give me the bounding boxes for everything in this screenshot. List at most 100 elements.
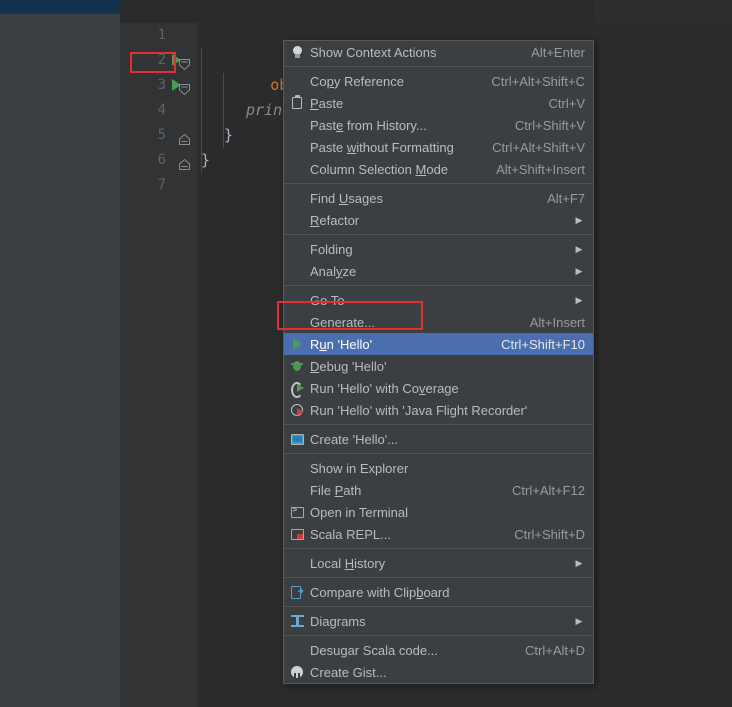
menu-item-label: Go To (310, 292, 345, 308)
menu-item-run-hello-with-jfr[interactable]: Run 'Hello' with 'Java Flight Recorder' (284, 399, 593, 421)
menu-item-shortcut: Ctrl+Shift+F10 (501, 336, 585, 352)
editor-tab-strip-right (594, 0, 732, 23)
jfr-icon (284, 399, 310, 421)
menu-item-diagrams[interactable]: Diagrams ▶ (284, 610, 593, 632)
menu-item-shortcut: Alt+Insert (529, 314, 585, 330)
menu-item-label: Run 'Hello' (310, 336, 373, 352)
menu-item-icon-empty (284, 311, 310, 333)
menu-separator (284, 183, 593, 184)
menu-item-icon-empty (284, 114, 310, 136)
menu-item-open-in-terminal[interactable]: Open in Terminal (284, 501, 593, 523)
fold-close-icon[interactable] (178, 129, 191, 145)
menu-item-label: Scala REPL... (310, 526, 391, 542)
create-config-icon (284, 428, 310, 450)
menu-item-icon-empty (284, 289, 310, 311)
menu-item-label: Refactor (310, 212, 360, 228)
menu-item-local-history[interactable]: Local History ▶ (284, 552, 593, 574)
menu-item-shortcut: Ctrl+V (548, 95, 585, 111)
menu-item-find-usages[interactable]: Find Usages Alt+F7 (284, 187, 593, 209)
lightbulb-icon (284, 41, 310, 63)
fold-close-icon[interactable] (178, 154, 191, 170)
diagrams-icon (284, 610, 310, 632)
menu-separator (284, 635, 593, 636)
code-text-line-6: } (201, 151, 211, 169)
submenu-chevron-right-icon: ▶ (575, 615, 583, 626)
menu-item-create-hello[interactable]: Create 'Hello'... (284, 428, 593, 450)
menu-item-icon-empty (284, 639, 310, 661)
menu-item-run-hello-with-coverage[interactable]: Run 'Hello' with Coverage (284, 377, 593, 399)
menu-item-scala-repl[interactable]: Scala REPL... Ctrl+Shift+D (284, 523, 593, 545)
menu-item-label: Create Gist... (310, 664, 387, 680)
menu-item-shortcut: Ctrl+Alt+Shift+C (491, 73, 585, 89)
menu-item-copy-reference[interactable]: Copy Reference Ctrl+Alt+Shift+C (284, 70, 593, 92)
fold-open-icon[interactable] (178, 54, 191, 71)
editor-context-menu[interactable]: Show Context Actions Alt+Enter Copy Refere… (283, 40, 594, 684)
menu-item-icon-empty (284, 136, 310, 158)
menu-item-run-hello[interactable]: Run 'Hello' Ctrl+Shift+F10 (284, 333, 593, 355)
menu-separator (284, 234, 593, 235)
line-number: 4 (157, 102, 166, 118)
menu-separator (284, 453, 593, 454)
menu-item-label: Generate... (310, 314, 376, 330)
menu-item-label: Find Usages (310, 190, 383, 206)
menu-separator (284, 577, 593, 578)
line-number: 6 (157, 152, 166, 168)
code-text-line-5: } (224, 126, 234, 144)
menu-item-label: Copy Reference (310, 73, 404, 89)
line-number: 7 (157, 177, 166, 193)
menu-item-desugar-scala-code[interactable]: Desugar Scala code... Ctrl+Alt+D (284, 639, 593, 661)
menu-item-label: Show Context Actions (310, 44, 437, 60)
menu-item-shortcut: Ctrl+Alt+F12 (512, 482, 585, 498)
github-icon (284, 661, 310, 683)
line-number: 1 (157, 27, 166, 43)
menu-item-refactor[interactable]: Refactor ▶ (284, 209, 593, 231)
menu-item-icon-empty (284, 158, 310, 180)
menu-item-icon-empty (284, 552, 310, 574)
menu-item-paste-without-formatting[interactable]: Paste without Formatting Ctrl+Alt+Shift+V (284, 136, 593, 158)
menu-item-icon-empty (284, 70, 310, 92)
menu-separator (284, 424, 593, 425)
menu-item-icon-empty (284, 209, 310, 231)
menu-item-icon-empty (284, 260, 310, 282)
menu-item-shortcut: Alt+Enter (531, 44, 585, 60)
menu-item-show-in-explorer[interactable]: Show in Explorer (284, 457, 593, 479)
menu-item-label: Column Selection Mode (310, 161, 449, 177)
menu-item-show-context-actions[interactable]: Show Context Actions Alt+Enter (284, 41, 593, 63)
menu-item-create-gist[interactable]: Create Gist... (284, 661, 593, 683)
tool-window-header-strip (0, 0, 120, 14)
menu-item-debug-hello[interactable]: Debug 'Hello' (284, 355, 593, 377)
menu-item-paste-from-history[interactable]: Paste from History... Ctrl+Shift+V (284, 114, 593, 136)
menu-separator (284, 66, 593, 67)
menu-item-label: Show in Explorer (310, 460, 409, 476)
menu-item-label: Run 'Hello' with 'Java Flight Recorder' (310, 402, 528, 418)
menu-separator (284, 548, 593, 549)
menu-item-shortcut: Alt+Shift+Insert (496, 161, 585, 177)
menu-item-column-selection-mode[interactable]: Column Selection Mode Alt+Shift+Insert (284, 158, 593, 180)
menu-item-go-to[interactable]: Go To ▶ (284, 289, 593, 311)
line-number: 3 (157, 77, 166, 93)
clipboard-compare-icon (284, 581, 310, 603)
menu-item-folding[interactable]: Folding ▶ (284, 238, 593, 260)
repl-icon (284, 523, 310, 545)
menu-item-shortcut: Ctrl+Alt+Shift+V (492, 139, 585, 155)
line-number: 5 (157, 127, 166, 143)
menu-item-label: File Path (310, 482, 362, 498)
submenu-chevron-right-icon: ▶ (575, 294, 583, 305)
menu-item-icon-empty (284, 479, 310, 501)
menu-item-shortcut: Ctrl+Shift+D (514, 526, 585, 542)
fold-open-icon[interactable] (178, 79, 191, 96)
run-icon (284, 333, 310, 355)
menu-item-paste[interactable]: Paste Ctrl+V (284, 92, 593, 114)
menu-item-file-path[interactable]: File Path Ctrl+Alt+F12 (284, 479, 593, 501)
menu-item-analyze[interactable]: Analyze ▶ (284, 260, 593, 282)
menu-item-label: Compare with Clipboard (310, 584, 450, 600)
paste-icon (284, 92, 310, 114)
menu-item-icon-empty (284, 457, 310, 479)
menu-item-compare-with-clipboard[interactable]: Compare with Clipboard (284, 581, 593, 603)
menu-item-generate[interactable]: Generate... Alt+Insert (284, 311, 593, 333)
submenu-chevron-right-icon: ▶ (575, 265, 583, 276)
menu-item-shortcut: Alt+F7 (547, 190, 585, 206)
submenu-chevron-right-icon: ▶ (575, 243, 583, 254)
menu-separator (284, 285, 593, 286)
menu-item-label: Paste without Formatting (310, 139, 454, 155)
